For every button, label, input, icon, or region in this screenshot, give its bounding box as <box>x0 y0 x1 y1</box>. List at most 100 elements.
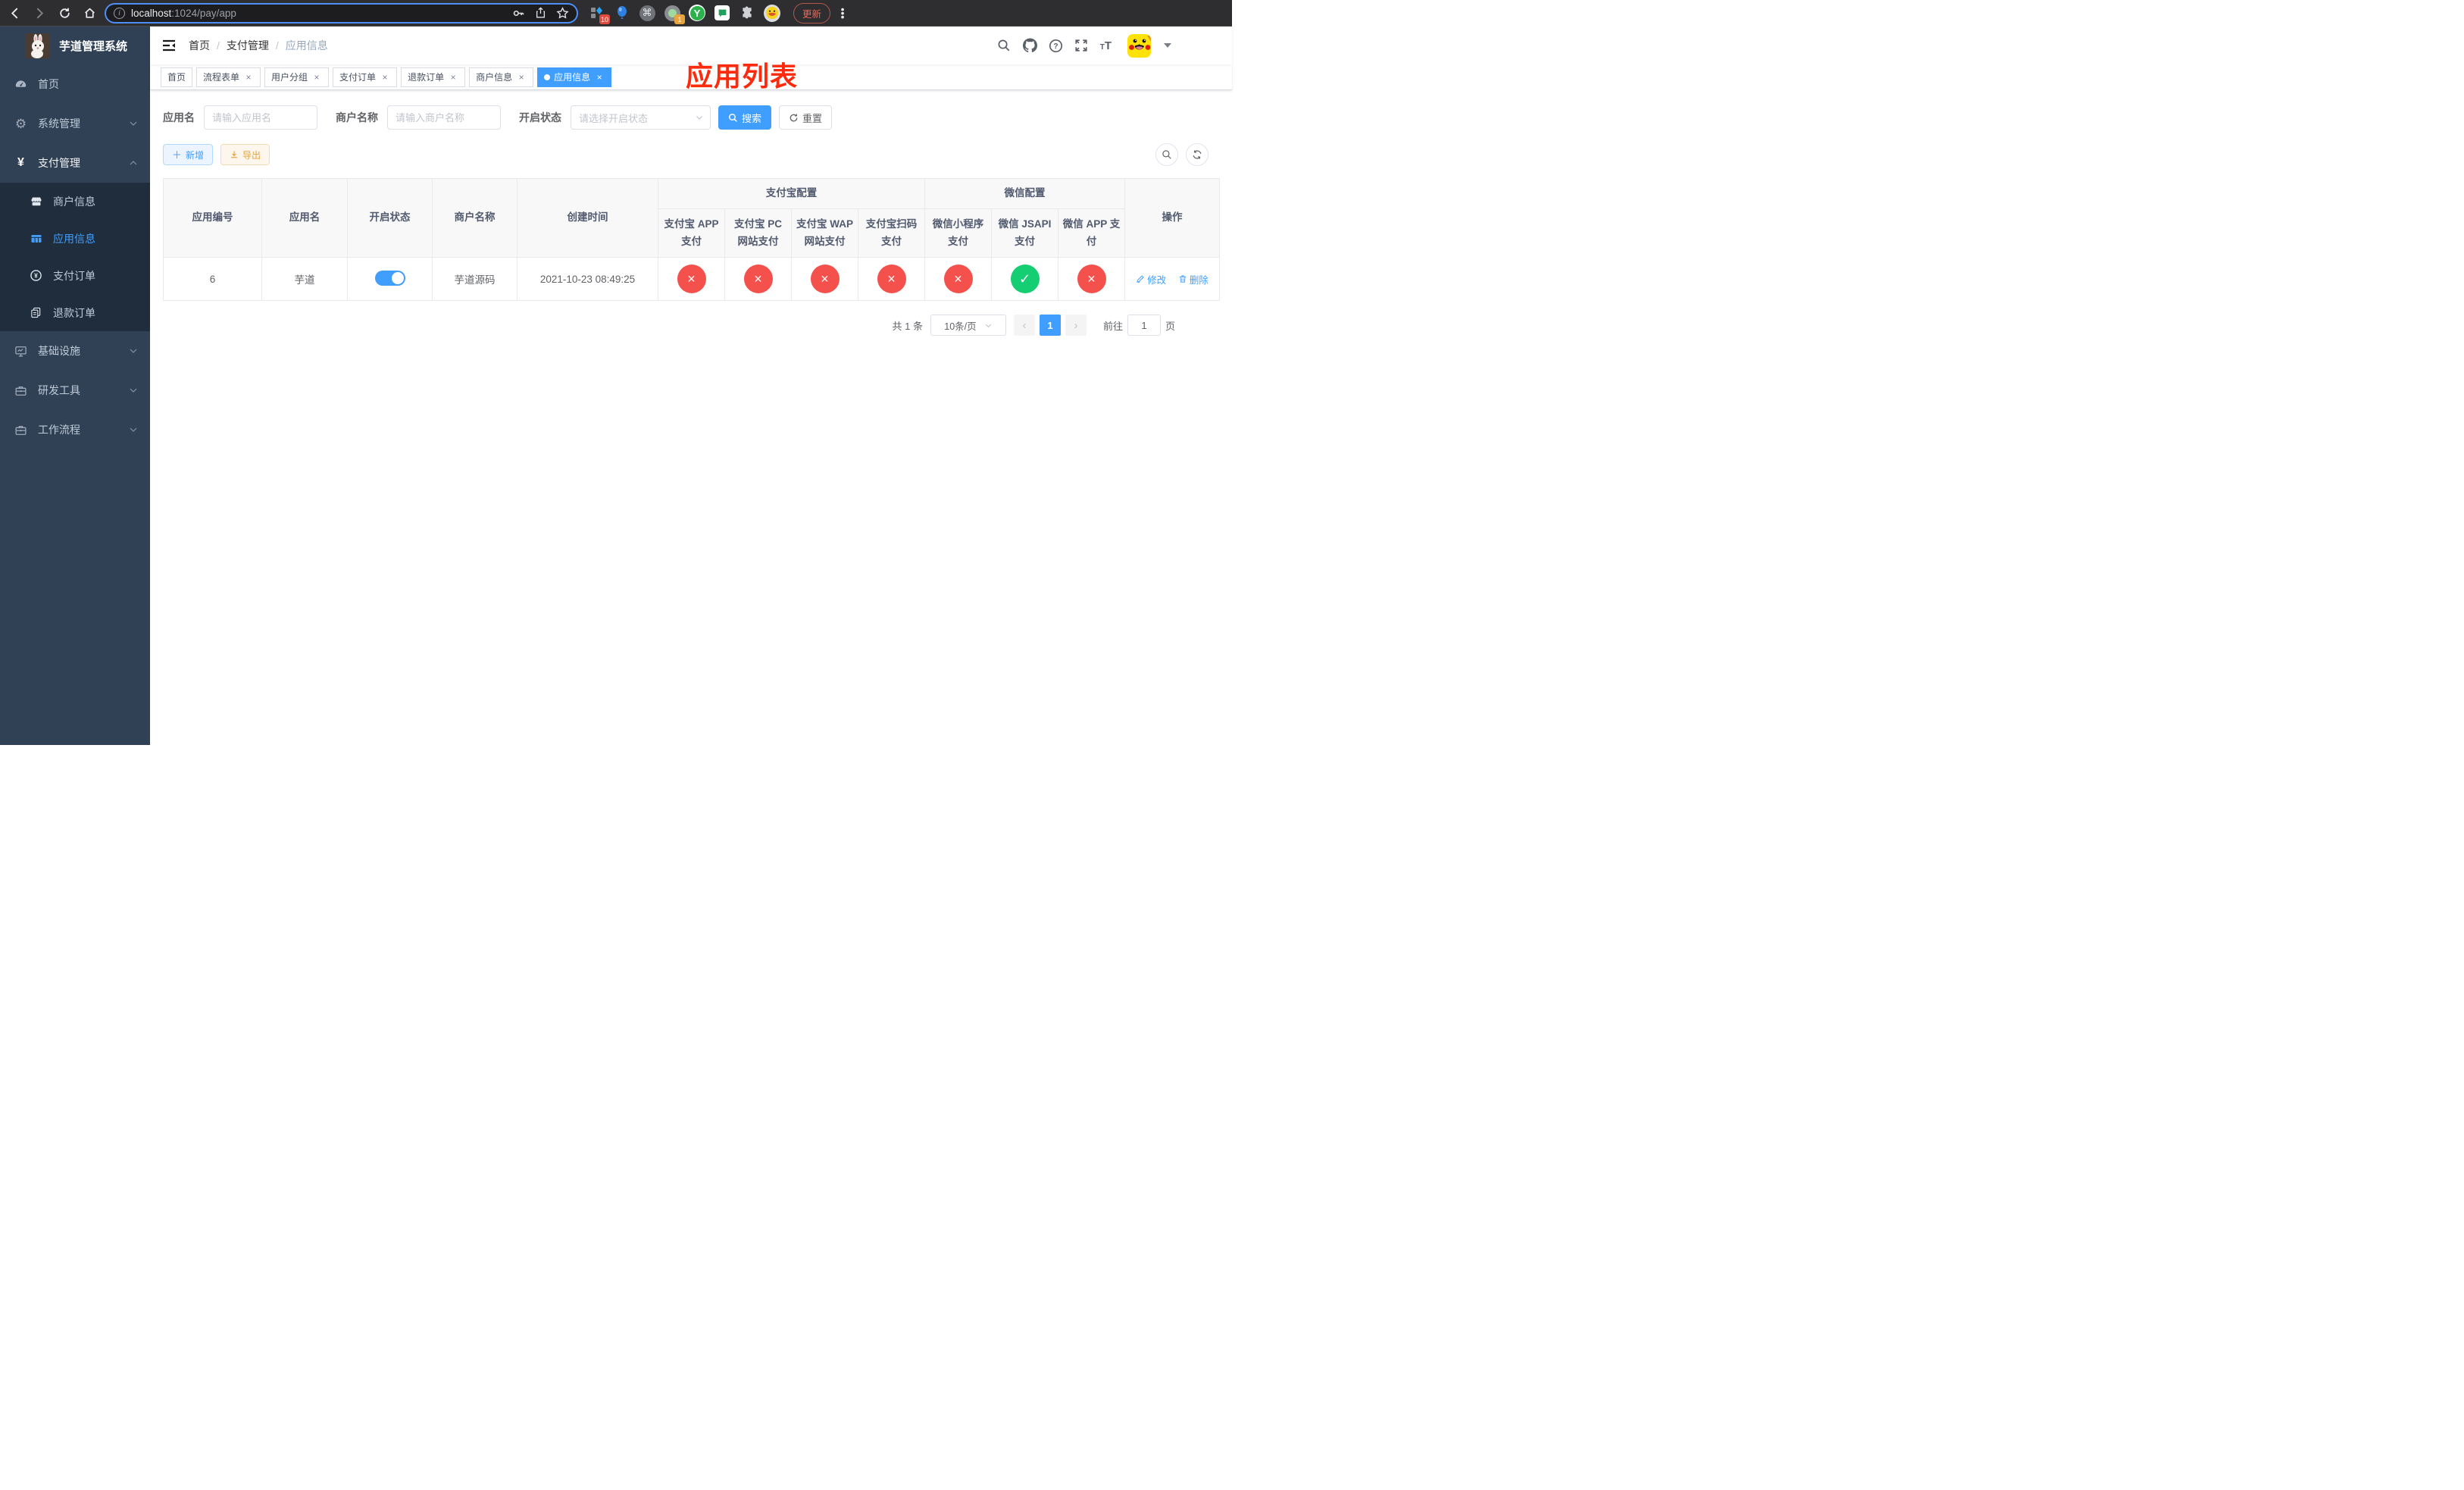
tab-pay-order[interactable]: 支付订单 × <box>333 67 398 87</box>
browser-update-button[interactable]: 更新 <box>793 2 831 23</box>
payment-submenu: 商户信息 应用信息 ¥ 支付订单 退款订单 <box>0 183 150 331</box>
close-icon[interactable]: × <box>380 72 390 83</box>
sidebar-item-app-info[interactable]: 应用信息 <box>0 220 150 257</box>
browser-home-icon[interactable] <box>83 6 97 20</box>
app-logo-rabbit <box>25 33 50 58</box>
refresh-icon <box>1193 150 1202 159</box>
sidebar-item-label: 应用信息 <box>53 232 95 245</box>
site-info-icon[interactable]: i <box>114 7 125 19</box>
breadcrumb-current: 应用信息 <box>285 39 328 52</box>
status-disabled-icon: × <box>877 265 906 293</box>
extension-balloon-icon[interactable] <box>614 5 630 21</box>
refresh-table-button[interactable] <box>1186 143 1209 166</box>
export-button[interactable]: 导出 <box>220 144 270 165</box>
sidebar-item-merchant-info[interactable]: 商户信息 <box>0 183 150 220</box>
goto-page-input[interactable] <box>1127 315 1161 336</box>
cell-app-name: 芋道 <box>261 257 348 301</box>
page-number-1[interactable]: 1 <box>1039 315 1061 336</box>
group-header-wechat: 微信配置 <box>924 178 1125 209</box>
total-count: 共 1 条 <box>892 320 923 332</box>
svg-text:¥: ¥ <box>34 272 38 280</box>
extension-diamond-icon[interactable]: 10 <box>589 5 610 24</box>
status-disabled-icon: × <box>743 265 773 293</box>
sidebar-item-home[interactable]: 首页 <box>0 64 150 104</box>
bookmark-star-icon[interactable] <box>556 6 569 20</box>
extension-y-icon[interactable]: Y <box>689 5 705 21</box>
browser-reload-icon[interactable] <box>58 6 72 20</box>
sidebar-item-system[interactable]: ⚙ 系统管理 <box>0 104 150 143</box>
close-icon[interactable]: × <box>311 72 322 83</box>
enabled-toggle[interactable] <box>374 270 405 286</box>
sidebar-item-refund-order[interactable]: 退款订单 <box>0 294 150 331</box>
tab-label: 商户信息 <box>476 72 513 83</box>
extension-recorder-icon[interactable]: 1 <box>664 5 685 24</box>
sidebar-item-workflow[interactable]: 工作流程 <box>0 410 150 449</box>
sidebar-item-infra[interactable]: 基础设施 <box>0 331 150 371</box>
search-icon[interactable] <box>997 39 1012 53</box>
tab-label: 流程表单 <box>203 72 240 83</box>
password-key-icon[interactable] <box>512 7 525 20</box>
sidebar-logo-row[interactable]: 芋道管理系统 <box>0 27 150 64</box>
collapse-sidebar-icon[interactable] <box>161 38 177 53</box>
sidebar-item-label: 支付订单 <box>53 269 95 282</box>
sidebar-item-pay-order[interactable]: ¥ 支付订单 <box>0 257 150 294</box>
active-tab-dot-icon <box>544 74 551 80</box>
browser-profile-avatar[interactable] <box>764 4 780 22</box>
toggle-search-button[interactable] <box>1155 143 1178 166</box>
extension-command-icon[interactable]: ⌘ <box>639 5 655 21</box>
app-name-input[interactable] <box>204 105 317 130</box>
page-size-select[interactable]: 10条/页 <box>930 315 1006 336</box>
url-text[interactable]: localhost:1024/pay/app <box>131 8 506 19</box>
close-icon[interactable]: × <box>516 72 527 83</box>
close-icon[interactable]: × <box>448 72 458 83</box>
browser-back-icon[interactable] <box>8 6 22 20</box>
extension-chat-icon[interactable] <box>714 5 730 21</box>
prev-page-button[interactable]: ‹ <box>1013 315 1035 336</box>
add-button[interactable]: ＋ 新增 <box>163 144 214 165</box>
sidebar-item-label: 商户信息 <box>53 195 95 208</box>
next-page-button[interactable]: › <box>1065 315 1087 336</box>
github-icon[interactable] <box>1022 38 1037 53</box>
close-icon[interactable]: × <box>243 72 254 83</box>
merchant-name-input[interactable] <box>387 105 501 130</box>
tab-user-group[interactable]: 用户分组 × <box>264 67 330 87</box>
tab-process-form[interactable]: 流程表单 × <box>196 67 261 87</box>
edit-link[interactable]: 修改 <box>1136 272 1166 286</box>
close-icon[interactable]: × <box>594 72 605 83</box>
browser-forward-icon[interactable] <box>33 6 47 20</box>
delete-link[interactable]: 删除 <box>1178 272 1209 286</box>
breadcrumb: 首页 / 支付管理 / 应用信息 <box>189 38 328 53</box>
status-select[interactable]: 请选择开启状态 <box>571 105 711 130</box>
table-row: 6 芋道 芋道源码 2021-10-23 08:49:25 × × × × × … <box>163 257 1220 301</box>
plus-icon: ＋ <box>172 149 183 161</box>
merchant-name-label: 商户名称 <box>336 111 378 124</box>
breadcrumb-home[interactable]: 首页 <box>189 38 210 53</box>
extensions-puzzle-icon[interactable] <box>739 5 755 21</box>
breadcrumb-separator: / <box>275 39 279 52</box>
font-size-icon[interactable]: TT <box>1100 40 1112 52</box>
tab-app-info[interactable]: 应用信息 × <box>537 67 612 87</box>
user-avatar[interactable] <box>1127 33 1151 58</box>
sidebar-item-payment[interactable]: ¥ 支付管理 <box>0 143 150 183</box>
tab-merchant-info[interactable]: 商户信息 × <box>469 67 534 87</box>
app-name-label: 应用名 <box>163 111 195 124</box>
monitor-icon <box>14 345 27 358</box>
tab-home[interactable]: 首页 <box>161 67 193 87</box>
filter-form: 应用名 商户名称 开启状态 请选择开启状态 <box>163 105 1219 130</box>
browser-menu-icon[interactable]: • • • <box>839 4 846 22</box>
action-row: ＋ 新增 导出 <box>163 143 1219 166</box>
sidebar-item-dev-tools[interactable]: 研发工具 <box>0 371 150 410</box>
fullscreen-icon[interactable] <box>1074 39 1089 53</box>
cell-operation: 修改 删除 <box>1124 257 1220 301</box>
share-icon[interactable] <box>535 7 546 19</box>
breadcrumb-payment[interactable]: 支付管理 <box>227 38 269 53</box>
avatar-caret-icon[interactable] <box>1164 43 1171 48</box>
breadcrumb-separator: / <box>217 39 220 52</box>
sidebar-item-label: 首页 <box>38 78 59 90</box>
help-icon[interactable]: ? <box>1049 39 1063 53</box>
search-button[interactable]: 搜索 <box>718 105 772 130</box>
reset-button[interactable]: 重置 <box>779 105 833 130</box>
url-bar[interactable]: i localhost:1024/pay/app <box>105 2 578 23</box>
yen-circle-icon: ¥ <box>30 269 42 282</box>
tab-refund-order[interactable]: 退款订单 × <box>401 67 466 87</box>
